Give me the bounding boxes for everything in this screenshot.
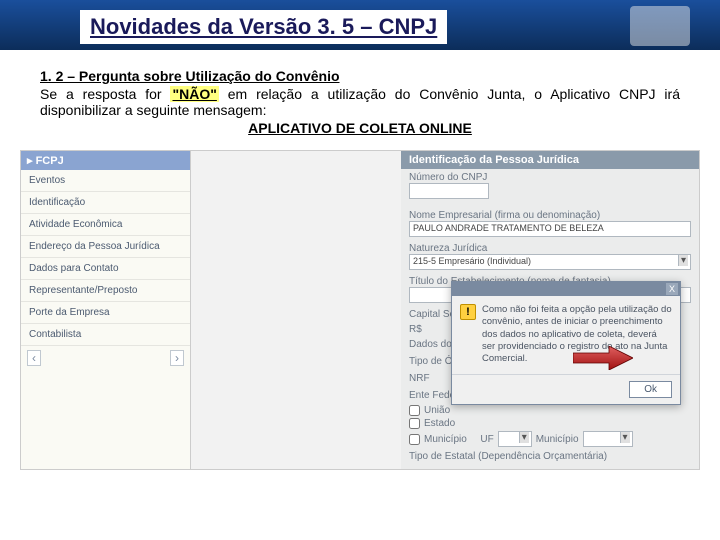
sidebar-item-endereco[interactable]: Endereço da Pessoa Jurídica (21, 236, 190, 258)
intro-text: 1. 2 – Pergunta sobre Utilização do Conv… (0, 50, 720, 144)
ok-button[interactable]: Ok (629, 381, 672, 398)
sidebar-panel: ▸ FCPJ Eventos Identificação Atividade E… (21, 151, 191, 469)
cnpj-label: Número do CNPJ (409, 172, 691, 183)
page-title: Novidades da Versão 3. 5 – CNPJ (80, 10, 447, 44)
municipio-select[interactable] (583, 431, 633, 447)
estado-label: Estado (424, 418, 455, 429)
sidebar-item-contabilista[interactable]: Contabilista (21, 324, 190, 346)
sidebar-item-representante[interactable]: Representante/Preposto (21, 280, 190, 302)
highlight-nao: "NÃO" (170, 86, 218, 102)
municipio-label: Município (424, 434, 467, 445)
uf-label: UF (480, 434, 493, 445)
cnpj-input[interactable] (409, 183, 489, 199)
rs-label: R$ (409, 324, 422, 335)
sidebar-item-atividade[interactable]: Atividade Econômica (21, 214, 190, 236)
tipo-estatal-label: Tipo de Estatal (Dependência Orçamentári… (409, 451, 691, 462)
sidebar-back-button[interactable]: ‹ (27, 350, 41, 366)
warning-dialog: X ! Como não foi feita a opção pela util… (451, 281, 681, 405)
municipio2-label: Município (536, 434, 579, 445)
uf-select[interactable] (498, 431, 532, 447)
arrow-callout-icon (573, 346, 633, 370)
app-name-label: APLICATIVO DE COLETA ONLINE (40, 120, 680, 136)
nj-label: Natureza Jurídica (409, 243, 691, 254)
intro-pre: Se a resposta for (40, 86, 170, 102)
nome-label: Nome Empresarial (firma ou denominação) (409, 210, 691, 221)
app-screenshot: ▸ FCPJ Eventos Identificação Atividade E… (20, 150, 700, 470)
municipio-checkbox[interactable] (409, 434, 420, 445)
section-heading: 1. 2 – Pergunta sobre Utilização do Conv… (40, 68, 680, 84)
estado-checkbox[interactable] (409, 418, 420, 429)
warning-icon: ! (460, 304, 476, 320)
sidebar-item-porte[interactable]: Porte da Empresa (21, 302, 190, 324)
sidebar-item-eventos[interactable]: Eventos (21, 170, 190, 192)
nj-select[interactable]: 215-5 Empresário (Individual) (409, 254, 691, 270)
sidebar-item-contato[interactable]: Dados para Contato (21, 258, 190, 280)
sidebar-section-fcpj[interactable]: ▸ FCPJ (21, 151, 190, 170)
dialog-titlebar: X (452, 282, 680, 296)
sidebar-forward-button[interactable]: › (170, 350, 184, 366)
nome-input[interactable]: PAULO ANDRADE TRATAMENTO DE BELEZA (409, 221, 691, 237)
logo-icon (630, 6, 690, 46)
uniao-label: União (424, 405, 450, 416)
sidebar-item-identificacao[interactable]: Identificação (21, 192, 190, 214)
close-icon[interactable]: X (666, 283, 678, 295)
uniao-checkbox[interactable] (409, 405, 420, 416)
panel-header: Identificação da Pessoa Jurídica (401, 151, 699, 169)
